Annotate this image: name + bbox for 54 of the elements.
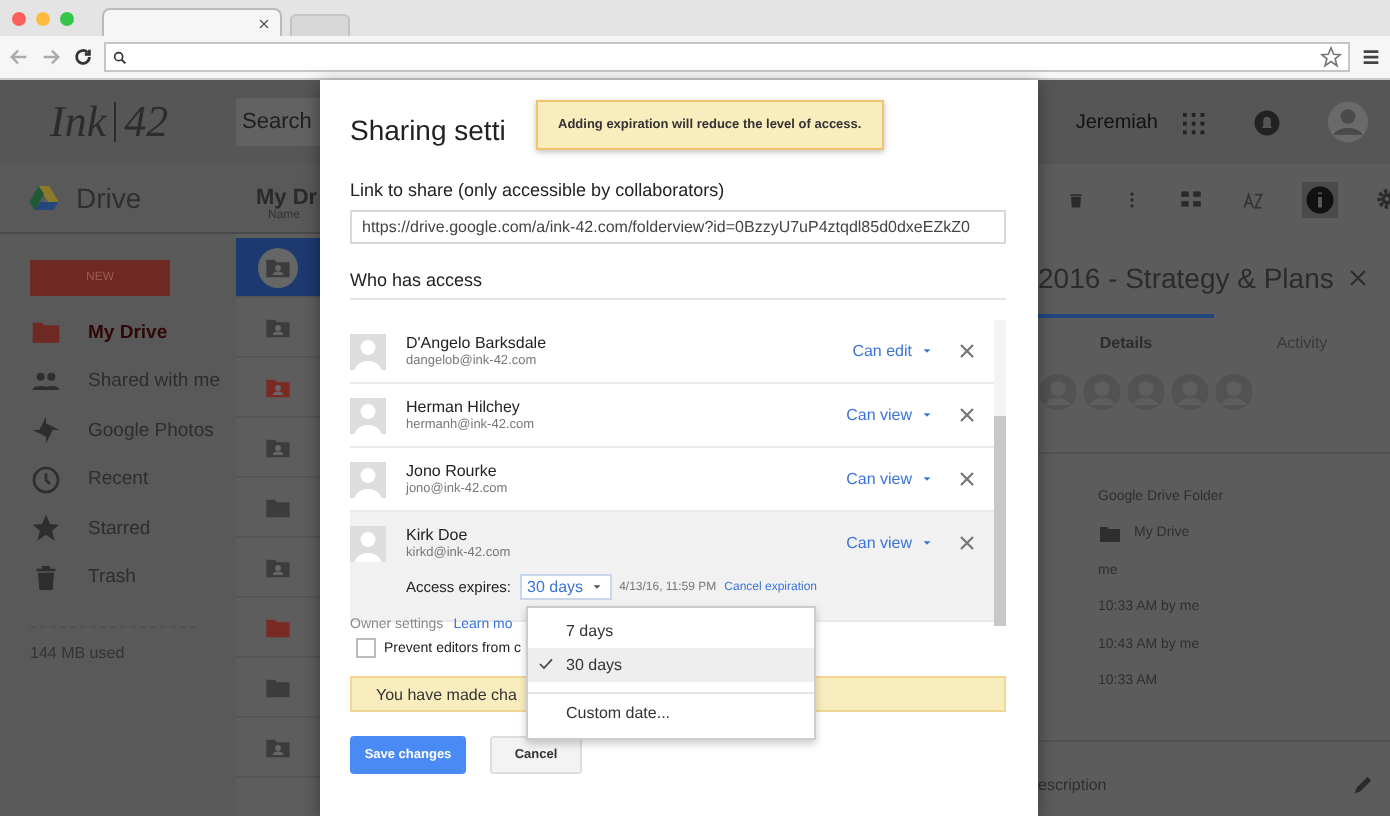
reload-icon <box>72 46 94 68</box>
menu-icon <box>1360 46 1382 68</box>
apps-grid-icon <box>1178 107 1208 137</box>
maximize-window-dot[interactable] <box>60 11 74 25</box>
avatar-icon <box>1326 100 1370 144</box>
user-name: Jeremiah <box>1075 111 1158 133</box>
caret-icon <box>920 344 934 358</box>
file-row[interactable] <box>236 238 320 298</box>
info-icon <box>1302 181 1338 217</box>
remove-icon[interactable] <box>958 470 976 488</box>
grid-view-icon <box>1178 186 1204 212</box>
search-icon <box>112 49 128 65</box>
access-heading: Who has access <box>350 270 485 290</box>
caret-icon <box>920 472 934 486</box>
drive-triangle-icon <box>28 182 60 214</box>
person-name: Kirk Doe <box>406 526 470 544</box>
remove-icon[interactable] <box>958 534 976 552</box>
menu-item[interactable]: Custom date... <box>528 692 814 732</box>
clock-icon <box>30 463 62 496</box>
close-icon <box>1346 266 1370 290</box>
pencil-icon <box>1352 774 1374 796</box>
bell-icon <box>1252 107 1282 137</box>
link-label: Link to share (only accessible by collaborators) <box>350 180 727 200</box>
scrollbar[interactable] <box>994 320 1006 622</box>
sidebar-item[interactable]: My Drive <box>30 308 236 357</box>
caret-icon <box>920 408 934 422</box>
check-icon <box>538 656 554 672</box>
menu-item[interactable]: 30 days <box>528 648 814 682</box>
star-icon <box>1320 46 1342 68</box>
forward-arrow-icon <box>40 46 62 68</box>
caret-icon <box>589 580 604 594</box>
star-icon <box>30 512 62 545</box>
permission-dropdown[interactable]: Can view <box>846 470 934 488</box>
person-name: Jono Rourke <box>406 462 499 480</box>
address-bar[interactable] <box>104 42 1350 72</box>
person-name: Herman Hilchey <box>406 398 522 416</box>
expiry-dropdown[interactable]: 30 days <box>519 574 612 600</box>
remove-icon[interactable] <box>958 342 976 360</box>
sort-icon <box>1240 186 1266 212</box>
browser-tab[interactable] <box>102 8 282 36</box>
close-icon <box>256 15 272 31</box>
permission-dropdown[interactable]: Can edit <box>852 342 934 360</box>
checkbox[interactable] <box>356 638 376 658</box>
permission-dropdown[interactable]: Can view <box>846 534 934 552</box>
remove-icon[interactable] <box>958 406 976 424</box>
person-name: D'Angelo Barksdale <box>406 334 549 352</box>
permission-dropdown[interactable]: Can view <box>846 406 934 424</box>
folder-icon <box>1098 521 1122 546</box>
new-tab-button[interactable] <box>290 14 350 36</box>
close-window-dot[interactable] <box>12 11 26 25</box>
minimize-window-dot[interactable] <box>36 11 50 25</box>
caret-icon <box>920 536 934 550</box>
link-field[interactable]: https://drive.google.com/a/ink-42.com/folderview?id=0BzzyU7uP4ztqdl85d0dxeEZkZ0 <box>350 210 1006 244</box>
back-arrow-icon <box>8 46 30 68</box>
